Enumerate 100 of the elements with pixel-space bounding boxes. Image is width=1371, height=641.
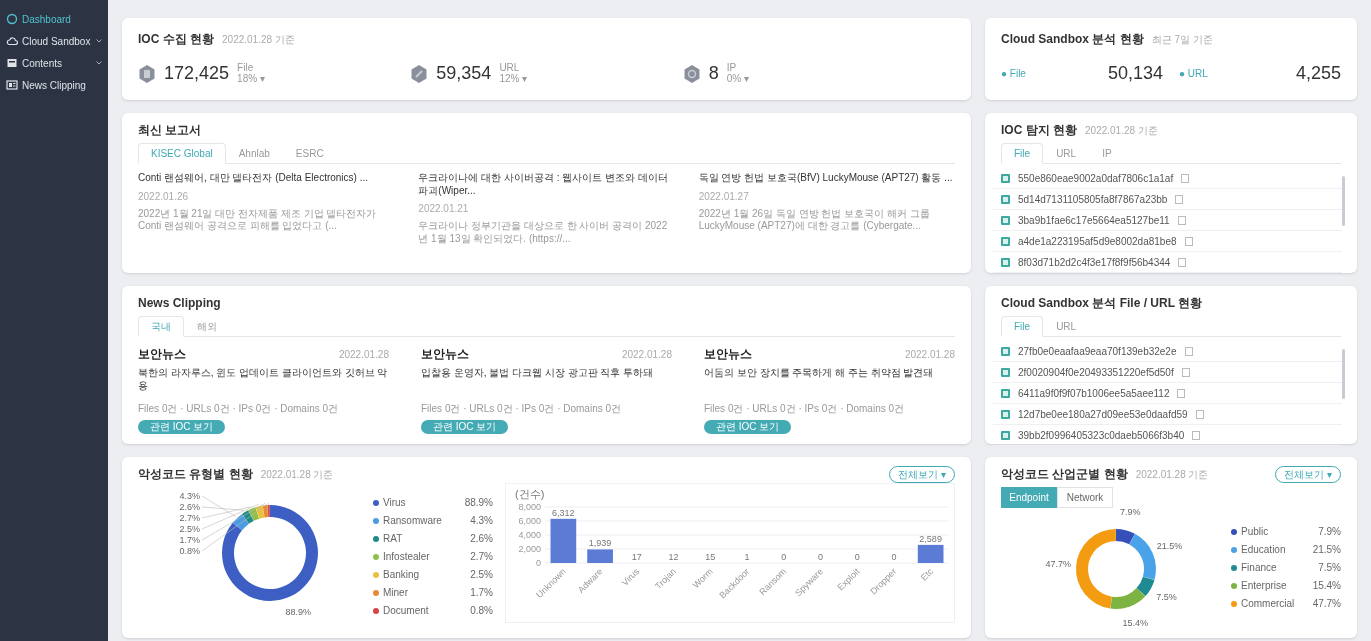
card-title: IOC 수집 현황	[138, 31, 214, 48]
file-icon	[1001, 236, 1010, 246]
file-icon	[1001, 215, 1010, 225]
stat-value: 59,354	[436, 62, 492, 85]
hash-link[interactable]: 2f0020904f0e20493351220ef5d50f	[1018, 364, 1174, 380]
copy-icon[interactable]	[1177, 215, 1186, 225]
value-label: 6,312	[552, 507, 575, 518]
slice-label: 4.3%	[179, 491, 200, 501]
scrollbar[interactable]	[1342, 176, 1345, 226]
date-label: 2022.01.28 기준	[222, 33, 295, 47]
legend-label: Finance	[1241, 561, 1278, 575]
globe-icon	[682, 63, 701, 84]
legend-value: 0.8%	[470, 604, 493, 618]
box-icon	[6, 57, 18, 69]
stat-change: 18% ▾	[237, 73, 265, 84]
report-summary: 우크라이나 정부기관을 대상으로 한 사이버 공격이 2022년 1월 13일 확인되었다. (https://...	[418, 220, 669, 245]
axis-title: (건수)	[515, 488, 545, 500]
slice-label: 2.5%	[179, 524, 200, 534]
file-icon	[1001, 346, 1010, 356]
copy-icon[interactable]	[1192, 430, 1201, 440]
file-icon	[1001, 194, 1010, 204]
value-label: 0	[854, 552, 860, 562]
report-summary: 2022년 1월 21일 대만 전자제품 제조 기업 델타전자가 Conti 랜섬웨어 공격으로 피해를 입었다고 (...	[138, 207, 378, 233]
file-icon	[1001, 430, 1010, 440]
value-label: 0	[817, 552, 823, 562]
copy-icon[interactable]	[1184, 346, 1193, 356]
slice-label: 7.9%	[1120, 508, 1141, 518]
report-date: 2022.01.26	[138, 189, 190, 204]
legend-value: 2.5%	[470, 568, 493, 582]
news-date: 2022.01.28	[621, 348, 672, 362]
legend-value: 2.7%	[470, 550, 493, 564]
report-title[interactable]: 독일 연방 헌법 보호국(BfV) LuckyMouse (APT27) 활동 ...	[698, 172, 955, 185]
slice-label: 47.7%	[1045, 559, 1071, 570]
scrollbar[interactable]	[1342, 349, 1345, 399]
report-title[interactable]: Conti 랜섬웨어, 대만 델타전자 (Delta Electronics) ...	[138, 172, 395, 185]
legend-value: 15.4%	[1312, 579, 1341, 593]
tick-label: 8,000	[518, 502, 541, 512]
hash-link[interactable]: 6411a9f0f9f07b1006ee5a5aee112	[1018, 385, 1170, 401]
hash-link[interactable]: 39bb2f0996405323c0daeb5066f3b40	[1018, 427, 1185, 443]
copy-icon[interactable]	[1175, 194, 1184, 204]
slice-label: 21.5%	[1156, 540, 1183, 551]
copy-icon[interactable]	[1177, 388, 1186, 398]
legend-value: 7.9%	[1318, 525, 1341, 539]
legend-value: 21.5%	[1312, 543, 1341, 557]
news-headline[interactable]: 북한의 라자루스, 윈도 업데이트 클라이언트와 깃허브 악용	[138, 367, 389, 393]
tick-label: 6,000	[518, 516, 541, 526]
value-label: 1	[744, 552, 750, 562]
sidebar-item[interactable]: News Clipping	[0, 74, 108, 96]
legend-value: 1.7%	[470, 586, 493, 600]
legend-label: Commercial	[1241, 597, 1296, 611]
card-title: Cloud Sandbox 분석 File / URL 현황	[1001, 295, 1203, 312]
hash-link[interactable]: 3ba9b1fae6c17e5664ea5127be11	[1018, 212, 1170, 228]
hash-link[interactable]: a4de1a223195af5d9e8002da81be8	[1018, 233, 1177, 249]
value-label: 0	[781, 552, 787, 562]
slice-label: 0.8%	[179, 546, 200, 556]
file-icon	[1001, 388, 1010, 398]
hash-link[interactable]: 27fb0e0eaafaa9eaa70f139eb32e2e	[1018, 343, 1177, 359]
ioc-counts: Files 0건 · URLs 0건 · IPs 0건 · Domains 0건	[704, 402, 906, 416]
copy-icon[interactable]	[1184, 236, 1193, 246]
date-label: 2022.01.28 기준	[1135, 468, 1209, 482]
slice-label: 2.7%	[179, 513, 200, 523]
news-headline[interactable]: 어둠의 보안 장치를 주목하게 해 주는 취약점 발견돼	[704, 367, 955, 393]
news-headline[interactable]: 입찰용 운영자, 불법 다크웹 시장 광고판 직후 투하돼	[421, 367, 672, 393]
date-label: 2022.01.28 기준	[1085, 124, 1158, 138]
slice-label: 88.9%	[285, 607, 311, 617]
card-title: 최신 보고서	[138, 122, 202, 139]
value-label: 15	[705, 551, 716, 562]
card-title: IOC 탐지 현황	[1001, 122, 1077, 139]
copy-icon[interactable]	[1195, 409, 1204, 419]
legend-label: Enterprise	[1241, 579, 1288, 593]
hash-link[interactable]: 550e860eae9002a0daf7806c1a1af	[1018, 170, 1174, 186]
toggle-button[interactable]: Network	[1057, 487, 1113, 508]
legend-label: Public	[1241, 525, 1270, 539]
file-icon	[1001, 409, 1010, 419]
hash-link[interactable]: 12d7be0ee180a27d09ee53e0daafd59	[1018, 406, 1188, 422]
legend-label: Document	[383, 604, 430, 618]
stat-change: 0% ▾	[726, 73, 749, 84]
report-summary: 2022년 1월 26일 독일 연방 헌법 보호국이 해커 그룹 LuckyMouse (APT27)에 대한 경고를 (Cybergate...	[698, 207, 931, 233]
sidebar-item[interactable]: Dashboard	[0, 8, 108, 30]
newspaper-icon	[6, 79, 18, 91]
copy-icon[interactable]	[1181, 367, 1190, 377]
legend-label: Education	[1241, 543, 1287, 557]
hash-link[interactable]: 5d14d7131105805fa8f7867a23bb	[1018, 191, 1168, 207]
hash-link[interactable]: 8f03d71b2d2c4f3e17f8f9f56b4344	[1018, 254, 1171, 270]
slice-label: 1.7%	[179, 535, 200, 545]
stat-value: 8	[708, 62, 719, 85]
legend-label: Virus	[383, 496, 407, 510]
copy-icon[interactable]	[1178, 257, 1187, 267]
file-icon	[1001, 173, 1010, 183]
report-date: 2022.01.21	[418, 202, 470, 216]
legend-value: 4.3%	[470, 514, 493, 528]
date-label: 2022.01.28 기준	[260, 468, 334, 482]
copy-icon[interactable]	[1181, 173, 1190, 183]
sidebar-item[interactable]: Contents	[0, 52, 108, 74]
sidebar-item[interactable]: Cloud Sandbox	[0, 30, 108, 52]
card-title: News Clipping	[138, 295, 221, 312]
value-label: 0	[891, 552, 897, 562]
report-title[interactable]: 우크라이나에 대한 사이버공격 : 웹사이트 변조와 데이터 파괴(Wiper...	[418, 172, 675, 197]
file-icon	[138, 63, 156, 84]
stat-value: 172,425	[164, 62, 230, 85]
